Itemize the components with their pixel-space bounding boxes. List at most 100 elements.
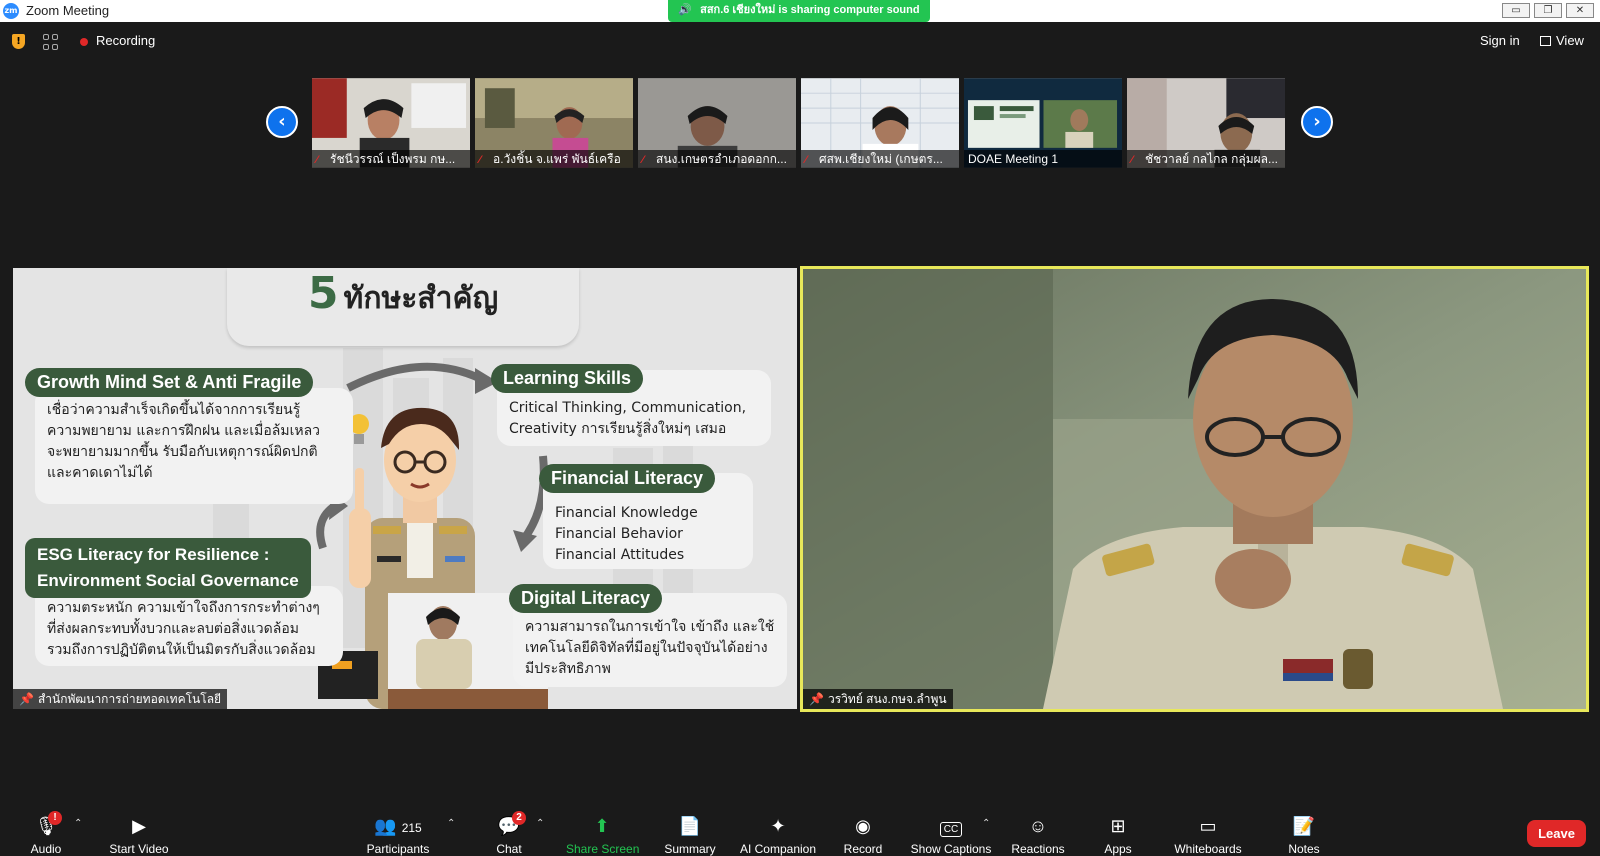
leave-button[interactable]: Leave xyxy=(1527,820,1586,847)
view-layout-icon xyxy=(1540,36,1551,46)
financial-line-1: Financial Knowledge xyxy=(555,505,698,521)
slide-title-number: 5 xyxy=(307,268,339,319)
view-button[interactable]: View xyxy=(1540,33,1584,48)
meeting-controls-bar: 🎙 Audio ! ⌃ ▶ Start Video 👥 215 Particip… xyxy=(0,808,1600,856)
captions-options-caret-icon[interactable]: ⌃ xyxy=(982,818,990,829)
chat-options-caret-icon[interactable]: ⌃ xyxy=(536,818,544,829)
reactions-label: Reactions xyxy=(1011,842,1065,856)
participants-label: Participants xyxy=(366,842,430,856)
share-owner-name: สำนักพัฒนาการถ่ายทอดเทคโนโลยี xyxy=(37,692,222,706)
esg-heading-line-2: Environment Social Governance xyxy=(37,571,299,590)
active-speaker-video-tile[interactable]: 📌 วรวิทย์ สนง.กษจ.ลำพูน xyxy=(800,266,1589,712)
notes-button[interactable]: 📝 Notes xyxy=(1286,808,1322,856)
view-label: View xyxy=(1556,33,1584,48)
thumbnail-name-bar: ⁄ ศสพ.เชียงใหม่ (เกษตร... xyxy=(801,150,959,168)
digital-line-2: เทคโนโลยีดิจิทัลที่มีอยู่ในปัจจุบันได้อย… xyxy=(525,640,768,656)
start-video-button[interactable]: ▶ Start Video xyxy=(104,808,174,856)
participant-name: อ.วังชิ้น จ.แพร่ พันธ์เครือ xyxy=(493,152,621,166)
digital-line-1: ความสามารถในการเข้าใจ เข้าถึง และใช้ xyxy=(525,619,775,635)
participants-icon: 👥 215 xyxy=(374,816,422,836)
participant-name: ชัชวาลย์ กลไกล กลุ่มผล... xyxy=(1145,152,1279,166)
pin-icon: 📌 xyxy=(19,692,34,706)
learning-line-1: Critical Thinking, Communication, xyxy=(509,400,747,416)
chat-label: Chat xyxy=(496,842,522,856)
slide-title-text: ทักษะสำคัญ xyxy=(343,281,499,316)
summary-icon: 📄 xyxy=(678,816,702,836)
show-captions-button[interactable]: CC Show Captions xyxy=(910,808,992,856)
summary-button[interactable]: 📄 Summary xyxy=(662,808,718,856)
next-page-arrow-icon[interactable]: › xyxy=(1301,106,1333,138)
participant-name: สนง.เกษตรอำเภอดอกก... xyxy=(656,152,787,166)
summary-label: Summary xyxy=(664,842,716,856)
whiteboard-icon: ▭ xyxy=(1199,816,1217,836)
participant-thumbnail[interactable]: ⁄ ชัชวาลย์ กลไกล กลุ่มผล... xyxy=(1127,78,1286,168)
share-screen-icon: ⬆ xyxy=(594,816,610,836)
computer-sound-banner[interactable]: 🔊 สสก.6 เชียงใหม่ is sharing computer sou… xyxy=(668,0,930,22)
captions-icon-text: CC xyxy=(939,822,963,837)
participant-thumbnail[interactable]: ⁄ อ.วังชิ้น จ.แพร่ พันธ์เครือ xyxy=(475,78,634,168)
participant-name: DOAE Meeting 1 xyxy=(968,152,1059,166)
participant-thumbnail[interactable]: DOAE Meeting 1 xyxy=(964,78,1123,168)
participants-options-caret-icon[interactable]: ⌃ xyxy=(447,818,455,829)
zoom-app-icon: zm xyxy=(3,3,19,19)
title-bar: zm Zoom Meeting 🔊 สสก.6 เชียงใหม่ is shar… xyxy=(0,0,1600,22)
learning-skills-heading: Learning Skills xyxy=(491,364,644,393)
previous-page-arrow-icon[interactable]: ‹ xyxy=(266,106,298,138)
growth-line-3: จะพยายามมากขึ้น รับมือกับเหตุการณ์ผิดปกต… xyxy=(47,444,318,460)
speaker-nametag: 📌 วรวิทย์ สนง.กษจ.ลำพูน xyxy=(803,689,953,709)
participant-count: 215 xyxy=(401,821,422,835)
meeting-info-grid-icon[interactable] xyxy=(43,34,59,50)
share-screen-button[interactable]: ⬆ Share Screen xyxy=(566,808,639,856)
muted-mic-icon: ⁄ xyxy=(642,154,644,166)
speaker-icon: 🔊 xyxy=(678,4,693,16)
security-shield-icon[interactable]: ! xyxy=(12,34,25,49)
share-banner-text: สสก.6 เชียงใหม่ is sharing computer soun… xyxy=(700,4,920,16)
share-owner-nametag: 📌 สำนักพัฒนาการถ่ายทอดเทคโนโลยี xyxy=(13,689,228,709)
whiteboards-label: Whiteboards xyxy=(1174,842,1242,856)
thumbnail-name-bar: ⁄ ชัชวาลย์ กลไกล กลุ่มผล... xyxy=(1127,150,1285,168)
closed-captions-icon: CC xyxy=(910,814,992,838)
esg-line-1: ความตระหนัก ความเข้าใจถึงการกระทำต่างๆ xyxy=(47,600,320,616)
slide-title: 5 ทักษะสำคัญ xyxy=(227,268,579,346)
pin-icon: 📌 xyxy=(809,692,824,706)
sign-in-button[interactable]: Sign in xyxy=(1480,33,1520,48)
restore-button[interactable]: ❐ xyxy=(1534,3,1562,18)
participant-thumbnail[interactable]: ⁄ ศสพ.เชียงใหม่ (เกษตร... xyxy=(801,78,960,168)
speaker-name: วรวิทย์ สนง.กษจ.ลำพูน xyxy=(827,692,947,706)
muted-mic-icon: ⁄ xyxy=(805,154,807,166)
minimize-button[interactable]: ▭ xyxy=(1502,3,1530,18)
audio-button[interactable]: 🎙 Audio ! xyxy=(24,808,68,856)
audio-options-caret-icon[interactable]: ⌃ xyxy=(74,818,82,829)
participant-name: ศสพ.เชียงใหม่ (เกษตร... xyxy=(819,152,943,166)
participant-thumbnail[interactable]: ⁄ สนง.เกษตรอำเภอดอกก... xyxy=(638,78,797,168)
financial-line-3: Financial Attitudes xyxy=(555,547,685,563)
window-title: Zoom Meeting xyxy=(26,3,110,18)
growth-mindset-card: เชื่อว่าความสำเร็จเกิดขึ้นได้จากการเรียน… xyxy=(35,388,353,504)
reactions-smiley-icon: ☺ xyxy=(1028,816,1048,836)
participants-button[interactable]: 👥 215 Participants xyxy=(365,808,431,856)
apps-label: Apps xyxy=(1104,842,1132,856)
apps-button[interactable]: ⊞ Apps xyxy=(1100,808,1136,856)
close-button[interactable]: ✕ xyxy=(1566,3,1594,18)
meeting-top-bar: ! Recording Sign in View xyxy=(0,22,1600,62)
muted-mic-icon: ⁄ xyxy=(479,154,481,166)
thumbnail-name-bar: ⁄ อ.วังชิ้น จ.แพร่ พันธ์เครือ xyxy=(475,150,633,168)
esg-heading-line-1: ESG Literacy for Resilience : xyxy=(37,545,270,564)
record-icon: ◉ xyxy=(855,816,871,836)
esg-line-3: รวมถึงการปฏิบัติตนให้เป็นมิตรกับสิ่งแวดล… xyxy=(47,642,316,658)
ai-companion-label: AI Companion xyxy=(739,842,817,856)
record-label: Record xyxy=(843,842,883,856)
digital-literacy-heading: Digital Literacy xyxy=(509,584,663,613)
ai-companion-button[interactable]: ✦ AI Companion xyxy=(738,808,818,856)
recording-indicator[interactable]: Recording xyxy=(96,33,155,48)
financial-line-2: Financial Behavior xyxy=(555,526,683,542)
growth-mindset-heading: Growth Mind Set & Anti Fragile xyxy=(25,368,314,397)
participant-thumbnail[interactable]: ⁄ รัชนีวรรณ์ เป็งพรม กษ... xyxy=(312,78,471,168)
record-button[interactable]: ◉ Record xyxy=(840,808,886,856)
audio-label: Audio xyxy=(30,842,62,856)
reactions-button[interactable]: ☺ Reactions xyxy=(1010,808,1066,856)
whiteboards-button[interactable]: ▭ Whiteboards xyxy=(1170,808,1246,856)
shared-screen-tile[interactable]: 5 ทักษะสำคัญ เชื่อว่าความสำเร็จเกิดขึ้นไ… xyxy=(13,268,797,709)
learning-line-2: Creativity การเรียนรู้สิ่งใหม่ๆ เสมอ xyxy=(509,421,727,437)
chat-button[interactable]: 💬 Chat 2 xyxy=(492,808,526,856)
